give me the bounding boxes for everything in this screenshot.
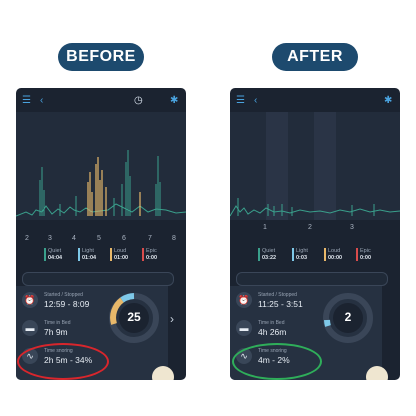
alarm-clock-icon: ⏰ xyxy=(22,292,38,308)
before-chart xyxy=(16,112,186,220)
bed-label: Time in Bed xyxy=(44,320,71,326)
legend-epic: Epic 0:00 xyxy=(356,248,371,261)
before-phone: ☰ ‹ ◷ ✱ 2 3 4 5 6 7 8 Quiet 04:04 Light … xyxy=(16,88,186,380)
legend-loud: Loud 00:00 xyxy=(324,248,342,261)
menu-icon[interactable]: ☰ xyxy=(236,96,245,106)
notes-field[interactable] xyxy=(236,272,388,286)
started-value: 12:59 - 8:09 xyxy=(44,299,90,309)
gear-icon[interactable]: ✱ xyxy=(384,96,392,106)
snore-score: 25 xyxy=(127,310,141,324)
bed-value: 4h 26m xyxy=(258,327,287,337)
notes-field[interactable] xyxy=(22,272,174,286)
legend-epic: Epic 0:00 xyxy=(142,248,157,261)
x-tick: 1 xyxy=(263,224,267,231)
alarm-clock-icon: ⏰ xyxy=(236,292,252,308)
snore-score: 2 xyxy=(344,310,352,324)
menu-icon[interactable]: ☰ xyxy=(22,96,31,106)
clock-icon[interactable]: ◷ xyxy=(134,96,143,106)
legend-quiet: Quiet 03:22 xyxy=(258,248,276,261)
legend-light: Light 0:03 xyxy=(292,248,308,261)
bed-icon: ▬ xyxy=(236,320,252,336)
after-label: AFTER xyxy=(272,43,358,71)
before-label: BEFORE xyxy=(58,43,144,71)
back-icon[interactable]: ‹ xyxy=(254,96,257,106)
bed-icon: ▬ xyxy=(22,320,38,336)
started-label: Started / Stopped xyxy=(44,292,83,298)
decorative-circle xyxy=(152,366,174,380)
x-tick: 5 xyxy=(97,235,101,242)
x-tick: 6 xyxy=(122,235,126,242)
gear-icon[interactable]: ✱ xyxy=(170,96,178,106)
bed-label: Time in Bed xyxy=(258,320,285,326)
legend-quiet: Quiet 04:04 xyxy=(44,248,62,261)
x-tick: 7 xyxy=(148,235,152,242)
x-tick: 4 xyxy=(72,235,76,242)
after-highlight-circle xyxy=(232,343,322,380)
x-tick: 2 xyxy=(25,235,29,242)
x-tick: 3 xyxy=(48,235,52,242)
x-tick: 8 xyxy=(172,235,176,242)
bed-value: 7h 9m xyxy=(44,327,68,337)
legend-loud: Loud 01:00 xyxy=(110,248,128,261)
x-tick: 2 xyxy=(308,224,312,231)
decorative-circle xyxy=(366,366,388,380)
back-icon[interactable]: ‹ xyxy=(40,96,43,106)
after-phone: ☰ ‹ ✱ 1 2 3 Quiet 03:22 Light 0:03 Loud 00:… xyxy=(230,88,400,380)
x-tick: 3 xyxy=(350,224,354,231)
before-highlight-circle xyxy=(17,343,109,380)
chevron-right-icon[interactable]: › xyxy=(170,313,174,325)
started-value: 11:25 - 3:51 xyxy=(258,299,303,309)
legend-light: Light 01:04 xyxy=(78,248,96,261)
started-label: Started / Stopped xyxy=(258,292,297,298)
after-chart xyxy=(230,112,400,220)
